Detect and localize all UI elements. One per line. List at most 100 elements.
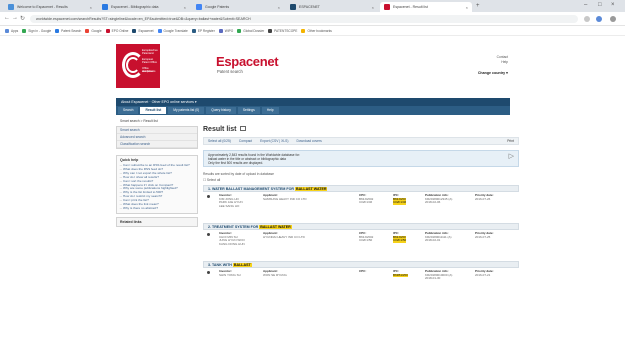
column-value: CHOI MIN SU JUNG HYUN WOO KANG DONG HUN (219, 234, 245, 246)
back-icon[interactable]: ← (4, 15, 10, 21)
result-details: Inventor: SHIN YONG SU Applicant: WON SE RY… (203, 268, 519, 296)
tab-favicon-icon (384, 4, 390, 10)
column-value[interactable]: B63B13/00 (393, 273, 408, 278)
new-tab-button[interactable]: + (476, 3, 480, 9)
result-title-highlight: BALLAST WATER (295, 187, 328, 191)
column-value: 2016-07-21 (475, 272, 491, 277)
quick-help-link[interactable]: Why is there no abstract? (119, 206, 194, 211)
advanced-search-link[interactable]: Advanced search (117, 134, 197, 141)
result-title-link[interactable]: 2. TREATMENT SYSTEM FOR BALLAST WATER (203, 223, 519, 230)
column-value: 2016-07-26 (475, 196, 491, 201)
bookmark-item[interactable]: Patent Search (55, 28, 81, 33)
result-column-ipc: IPC: B63J4/00 C02F1/50 (393, 231, 407, 243)
print-button[interactable]: Print (507, 139, 514, 143)
rss-icon[interactable] (240, 126, 247, 131)
tab-title: ESPACENET (299, 5, 320, 9)
bookmark-favicon-icon (105, 28, 110, 33)
share-icon[interactable]: ▷ (509, 153, 514, 160)
column-value[interactable]: B63J4/00 C02F1/46 (393, 197, 407, 205)
nav-tab[interactable]: Settings (237, 107, 260, 114)
result-title-link[interactable]: 1. WATER BALLAST MANAGEMENT SYSTEM FOR B… (203, 185, 519, 192)
select-all-action[interactable]: Select all (0/25) (208, 139, 231, 143)
result-column-ipc: IPC: B63J4/00 C02F1/46 (393, 193, 407, 205)
result-select-checkbox[interactable] (207, 195, 210, 198)
bookmark-label: Sign in - Google (28, 28, 52, 33)
column-value[interactable]: KR20180012345 (A) 2018-02-06 (425, 197, 452, 205)
tab-close-icon[interactable]: × (466, 5, 468, 10)
browser-tab[interactable]: Welcome to Espacenet - Results × (4, 2, 96, 12)
column-value[interactable]: B63J4/002 C02F1/46 (359, 197, 373, 205)
column-header: CPC: (359, 269, 367, 273)
column-value: WON SE RYUNG (263, 272, 287, 277)
result-action-bar: Select all (0/25) Compact Export (CSV | … (203, 137, 519, 145)
smart-search-link[interactable]: Smart search (117, 127, 197, 134)
nav-tab[interactable]: My patents list (0) (168, 107, 205, 114)
column-value[interactable]: B63J4/002 C02F1/50 (359, 235, 373, 243)
browser-tab[interactable]: ESPACENET × (286, 2, 378, 12)
star-icon[interactable] (584, 16, 590, 22)
bookmark-item[interactable]: Sign in - Google (22, 28, 52, 33)
bookmark-item[interactable]: WIPO (218, 28, 233, 33)
tab-close-icon[interactable]: × (90, 5, 92, 10)
download-covers-action[interactable]: Download covers (296, 139, 321, 143)
result-column-pub: Publication info: KR20180012345 (A) 2018-… (425, 193, 452, 205)
related-links-header[interactable]: Related links (116, 216, 198, 227)
bookmark-label: Global Dossier (243, 28, 265, 33)
browser-tab-active[interactable]: Espacenet - Result list × (380, 2, 472, 12)
result-title-text: WATER BALLAST MANAGEMENT SYSTEM FOR (212, 187, 294, 191)
bookmark-item[interactable]: Global Dossier (237, 28, 265, 33)
brand-title[interactable]: Espacenet (216, 54, 279, 69)
bookmark-item[interactable]: Other bookmarks (301, 28, 332, 33)
tab-close-icon[interactable]: × (184, 5, 186, 10)
column-value: SAMSUNG HEAVY IND CO LTD (263, 196, 307, 201)
close-window-icon[interactable]: × (611, 2, 615, 8)
compact-action[interactable]: Compact (239, 139, 252, 143)
breadcrumb[interactable]: Smart search > Result list (120, 119, 158, 123)
export-action[interactable]: Export (CSV | XLS) (260, 139, 288, 143)
result-select-checkbox[interactable] (207, 233, 210, 236)
reload-icon[interactable]: ↻ (20, 15, 25, 22)
browser-tab[interactable]: Espacenet - Bibliographic data × (98, 2, 190, 12)
nav-tab[interactable]: Query history (206, 107, 236, 114)
epo-services-bar[interactable]: About Espacenet · Other EPO online servi… (116, 98, 510, 106)
result-item: 1. WATER BALLAST MANAGEMENT SYSTEM FOR B… (203, 185, 519, 220)
tab-title: Espacenet - Bibliographic data (111, 5, 159, 9)
sort-info: Results are sorted by date of upload in … (203, 172, 274, 176)
profile-icon[interactable] (596, 16, 602, 22)
change-country-link[interactable]: Change country ▾ (478, 71, 508, 75)
result-title-link[interactable]: 3. TANK WITH BALLAST (203, 261, 519, 268)
bookmark-favicon-icon (55, 28, 60, 33)
column-value[interactable]: B63J4/00 C02F1/50 (393, 235, 407, 243)
nav-tab[interactable]: Help (261, 107, 279, 114)
nav-tab[interactable]: Result list (140, 107, 167, 114)
result-column-inventor: Inventor: KIM JONG HO PARK JAE HYUN LEE S… (219, 193, 243, 208)
tab-close-icon[interactable]: × (372, 5, 374, 10)
bookmark-item[interactable]: Espacenet (132, 28, 154, 33)
column-value[interactable]: KR20180010000 (A) 2018-01-30 (425, 273, 452, 281)
main-nav-tabs: Search Result list My patents list (0) Quer… (116, 106, 510, 115)
forward-icon[interactable]: → (12, 15, 18, 21)
minimize-icon[interactable]: – (584, 2, 587, 8)
browser-tab-strip: Welcome to Espacenet - Results × Espacen… (0, 0, 625, 12)
maximize-icon[interactable]: □ (598, 2, 602, 8)
logo-ring-inner-icon (126, 57, 140, 73)
bookmark-item[interactable]: Google (85, 28, 102, 33)
bookmark-item[interactable]: Google Translate (157, 28, 188, 33)
bookmark-item[interactable]: EP Register (191, 28, 215, 33)
select-all-checkbox[interactable]: ☐ Select all (203, 178, 521, 182)
epo-logo[interactable]: Europäisches Patentamt European Patent O… (116, 44, 160, 88)
result-select-checkbox[interactable] (207, 271, 210, 274)
nav-tab[interactable]: Search (118, 107, 139, 114)
bookmark-item[interactable]: PATENTSCOPE (268, 28, 297, 33)
result-item: 3. TANK WITH BALLAST Inventor: SHIN YONG S… (203, 261, 519, 296)
bookmark-item[interactable]: EPO Online (105, 28, 128, 33)
bookmark-item[interactable]: Apps (5, 28, 18, 33)
help-link[interactable]: Help (497, 60, 508, 65)
menu-icon[interactable] (610, 16, 616, 22)
tab-close-icon[interactable]: × (278, 5, 280, 10)
address-bar[interactable]: worldwide.espacenet.com/searchResults?ST… (30, 15, 578, 23)
column-value[interactable]: KR20180011111 (A) 2018-02-01 (425, 235, 451, 243)
browser-tab[interactable]: Google Patents × (192, 2, 284, 12)
result-details: Inventor: KIM JONG HO PARK JAE HYUN LEE S… (203, 192, 519, 220)
classification-search-link[interactable]: Classification search (117, 141, 197, 148)
